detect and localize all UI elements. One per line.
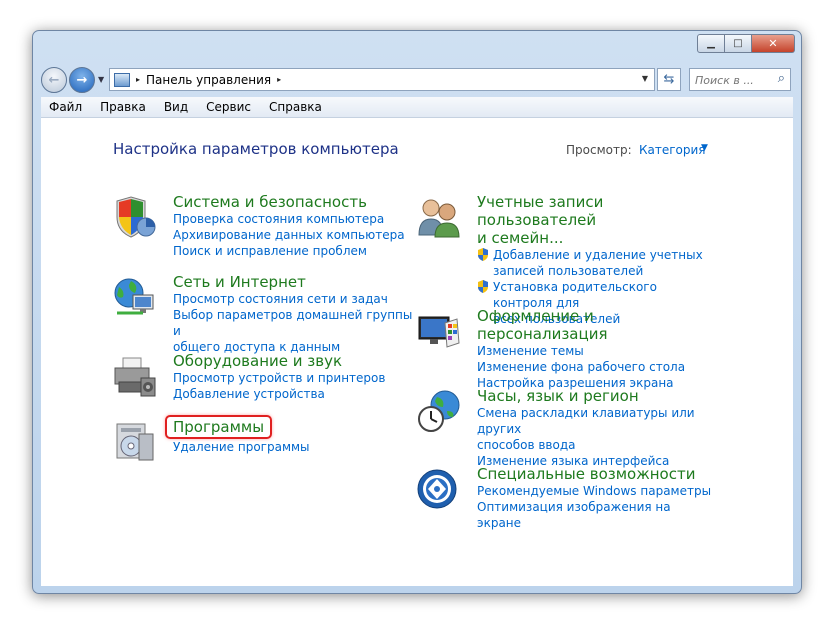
link-add-remove-accounts[interactable]: Добавление и удаление учетных <box>493 247 703 263</box>
link-add-remove-accounts-cont[interactable]: записей пользователей <box>493 263 703 279</box>
menu-edit[interactable]: Правка <box>100 100 146 114</box>
category-title[interactable]: Оборудование и звук <box>173 352 413 370</box>
category-title[interactable]: Учетные записи пользователей <box>477 193 717 229</box>
menu-help[interactable]: Справка <box>269 100 322 114</box>
view-by-arrow-icon[interactable]: ▼ <box>701 143 708 153</box>
view-by-dropdown[interactable]: Категория <box>639 143 706 157</box>
network-globe-icon <box>114 278 154 315</box>
uac-shield-icon <box>478 248 488 261</box>
link-backup-computer[interactable]: Архивирование данных компьютера <box>173 227 413 243</box>
forward-arrow-icon: → <box>76 72 88 88</box>
menu-view[interactable]: Вид <box>164 100 188 114</box>
refresh-icon: ⇆ <box>663 72 675 87</box>
breadcrumb-arrow-icon[interactable]: ▸ <box>277 75 281 84</box>
link-optimize-visual-display[interactable]: Оптимизация изображения на экране <box>477 499 717 531</box>
back-button[interactable]: ← <box>41 67 67 93</box>
link-add-device[interactable]: Добавление устройства <box>173 386 413 402</box>
link-troubleshoot[interactable]: Поиск и исправление проблем <box>173 243 413 259</box>
link-check-computer-status[interactable]: Проверка состояния компьютера <box>173 211 413 227</box>
category-title[interactable]: Часы, язык и регион <box>477 387 717 405</box>
view-by-label: Просмотр: <box>566 143 632 157</box>
breadcrumb-arrow-icon[interactable]: ▸ <box>136 75 140 84</box>
caption-buttons: ▁ □ ✕ <box>697 34 795 53</box>
search-input[interactable] <box>690 71 767 90</box>
control-panel-window: ▁ □ ✕ ← → ▼ ▸ Панель управления ▸ ▼ ⇆ ⌕ … <box>32 30 802 594</box>
printer-icon <box>114 357 156 397</box>
link-change-background[interactable]: Изменение фона рабочего стола <box>477 359 717 375</box>
forward-button[interactable]: → <box>69 67 95 93</box>
recent-pages-dropdown-icon[interactable]: ▼ <box>98 75 104 84</box>
search-icon[interactable]: ⌕ <box>778 71 785 86</box>
content-pane: Настройка параметров компьютера Просмотр… <box>41 118 793 586</box>
appearance-icon <box>418 316 460 348</box>
address-bar[interactable]: ▸ Панель управления ▸ ▼ <box>109 68 655 91</box>
link-uninstall-program[interactable]: Удаление программы <box>173 439 413 455</box>
back-arrow-icon: ← <box>48 72 60 88</box>
category-title[interactable]: Программы <box>173 418 264 436</box>
refresh-button[interactable]: ⇆ <box>657 68 681 91</box>
link-view-devices-printers[interactable]: Просмотр устройств и принтеров <box>173 370 413 386</box>
programs-highlight[interactable]: Программы <box>165 415 273 439</box>
menu-file[interactable]: Файл <box>49 100 82 114</box>
category-title-cont[interactable]: и семейн... <box>477 229 717 247</box>
category-title[interactable]: Сеть и Интернет <box>173 273 413 291</box>
link-windows-suggestions[interactable]: Рекомендуемые Windows параметры <box>477 483 717 499</box>
programs-icon <box>116 423 154 461</box>
search-box[interactable]: ⌕ <box>689 68 791 91</box>
control-panel-icon <box>114 72 130 87</box>
uac-shield-icon <box>478 280 488 293</box>
address-dropdown-icon[interactable]: ▼ <box>642 74 648 83</box>
navigation-bar: ← → ▼ ▸ Панель управления ▸ ▼ ⇆ ⌕ <box>41 67 793 93</box>
link-change-keyboards[interactable]: Смена раскладки клавиатуры или других <box>477 405 717 437</box>
link-change-keyboards-cont[interactable]: способов ввода <box>477 437 717 453</box>
link-network-status[interactable]: Просмотр состояния сети и задач <box>173 291 413 307</box>
link-homegroup-options[interactable]: Выбор параметров домашней группы и <box>173 307 413 339</box>
link-change-theme[interactable]: Изменение темы <box>477 343 717 359</box>
maximize-button[interactable]: □ <box>725 34 752 53</box>
minimize-button[interactable]: ▁ <box>697 34 725 53</box>
close-button[interactable]: ✕ <box>752 34 795 53</box>
category-title[interactable]: Специальные возможности <box>477 465 717 483</box>
shield-icon <box>116 196 156 238</box>
link-row: Добавление и удаление учетных записей по… <box>477 247 717 279</box>
clock-globe-icon <box>418 390 460 432</box>
breadcrumb-control-panel[interactable]: Панель управления <box>146 73 271 87</box>
page-title: Настройка параметров компьютера <box>113 140 399 158</box>
category-title[interactable]: Оформление и персонализация <box>477 307 717 343</box>
user-accounts-icon <box>418 199 460 238</box>
category-title[interactable]: Система и безопасность <box>173 193 413 211</box>
menu-bar: Файл Правка Вид Сервис Справка <box>41 97 793 118</box>
ease-of-access-icon <box>417 469 457 509</box>
menu-tools[interactable]: Сервис <box>206 100 251 114</box>
